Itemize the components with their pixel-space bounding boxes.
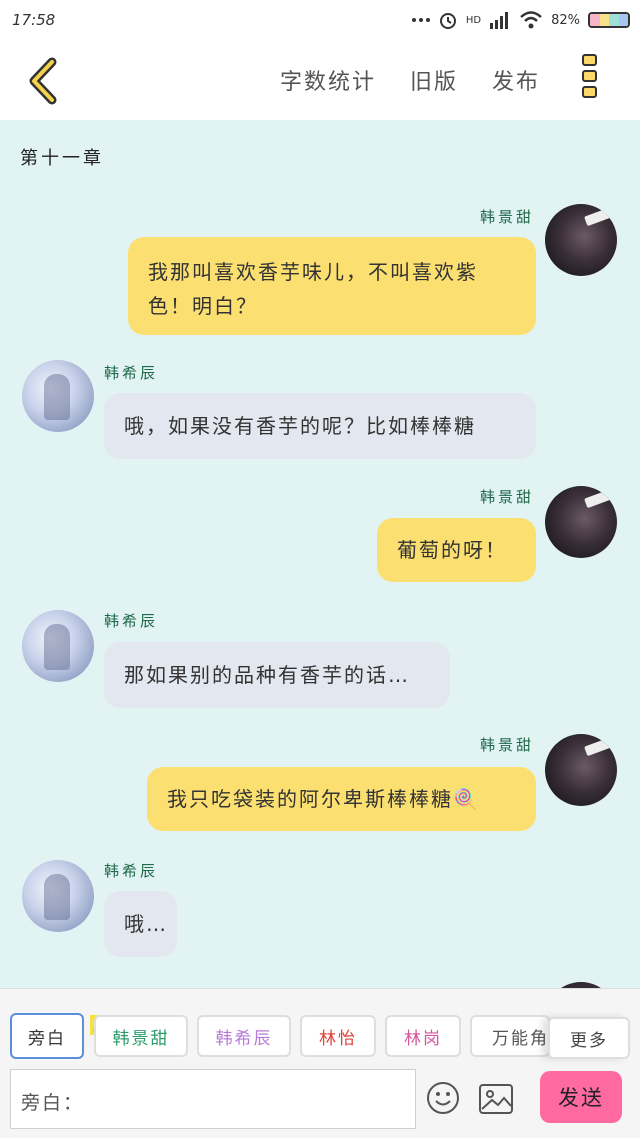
alarm-icon: [439, 13, 456, 29]
chevron-left-icon: [29, 57, 57, 105]
back-button[interactable]: [24, 56, 64, 106]
emoji-button[interactable]: [426, 1081, 460, 1115]
message-input[interactable]: 旁白：: [10, 1069, 416, 1129]
input-prefix-label: 旁白：: [21, 1092, 85, 1114]
hd-signal-label: HD: [465, 14, 482, 26]
role-narration-button[interactable]: 旁白: [10, 1013, 84, 1059]
avatar[interactable]: [22, 360, 94, 432]
send-button[interactable]: 发送: [540, 1071, 622, 1123]
menu-dot-icon: [581, 54, 597, 66]
old-version-button[interactable]: 旧版: [410, 64, 458, 96]
avatar[interactable]: [22, 860, 94, 932]
message-text: 哦…: [124, 912, 168, 936]
avatar[interactable]: [545, 204, 617, 276]
image-button[interactable]: [478, 1083, 514, 1115]
word-count-button[interactable]: 字数统计: [280, 64, 376, 96]
status-icons: HD 82%: [411, 10, 630, 30]
message-text-line: 我那叫喜欢香芋味儿，不叫喜欢紫: [148, 260, 478, 284]
message-text: 葡萄的呀！: [397, 538, 507, 562]
publish-button[interactable]: 发布: [492, 64, 540, 96]
status-bar: 17:58 HD 82%: [0, 0, 640, 40]
status-time: 17:58: [12, 11, 56, 29]
avatar[interactable]: [545, 486, 617, 558]
role-chip[interactable]: 韩希辰: [197, 1015, 291, 1057]
more-roles-button[interactable]: 更多: [548, 1017, 630, 1059]
battery-percent: 82%: [551, 12, 580, 28]
role-chip[interactable]: 万能角色: [470, 1015, 550, 1057]
battery-icon: [588, 12, 630, 28]
sender-name: 韩希辰: [104, 364, 159, 382]
sender-name: 韩景甜: [479, 736, 534, 754]
message-bubble[interactable]: 葡萄的呀！: [377, 518, 536, 582]
chapter-title: 第十一章: [20, 148, 104, 169]
role-chip[interactable]: 林怡: [300, 1015, 376, 1057]
menu-dot-icon: [581, 70, 597, 82]
message-text: 那如果别的品种有香芋的话…: [124, 663, 410, 687]
role-chip[interactable]: 韩景甜: [94, 1015, 188, 1057]
image-icon: [479, 1084, 513, 1114]
more-notifications-icon: [411, 18, 430, 22]
top-toolbar: 字数统计 旧版 发布: [0, 40, 640, 120]
message-text: 哦，如果没有香芋的呢？比如棒棒糖: [124, 414, 476, 438]
message-bubble[interactable]: 那如果别的品种有香芋的话…: [104, 642, 450, 708]
chat-area[interactable]: 第十一章 韩景甜 我那叫喜欢香芋味儿，不叫喜欢紫 色！明白？ 韩希辰 哦，如果没…: [0, 120, 640, 988]
composer-panel: 旁白 主 韩景甜 韩希辰 林怡 林岗 万能角色 更多 旁白： 发送: [0, 988, 640, 1138]
avatar[interactable]: [545, 734, 617, 806]
message-bubble[interactable]: 哦…: [104, 891, 177, 957]
message-bubble[interactable]: 哦，如果没有香芋的呢？比如棒棒糖: [104, 393, 536, 459]
wifi-icon: [520, 11, 542, 29]
message-text-line: 色！明白？: [148, 294, 258, 318]
emoji-icon: [427, 1082, 459, 1114]
top-actions: 字数统计 旧版 发布: [280, 64, 540, 96]
menu-dot-icon: [581, 86, 597, 98]
sender-name: 韩希辰: [104, 862, 159, 880]
role-chip[interactable]: 林岗: [385, 1015, 461, 1057]
sender-name: 韩景甜: [479, 488, 534, 506]
message-text: 我只吃袋装的阿尔卑斯棒棒糖🍭: [167, 787, 480, 811]
avatar[interactable]: [22, 610, 94, 682]
sender-name: 韩景甜: [479, 208, 534, 226]
message-bubble[interactable]: 我只吃袋装的阿尔卑斯棒棒糖🍭: [147, 767, 536, 831]
message-bubble[interactable]: 我那叫喜欢香芋味儿，不叫喜欢紫 色！明白？: [128, 237, 536, 335]
more-menu-button[interactable]: [578, 54, 600, 108]
signal-icon: [490, 12, 509, 29]
sender-name: 韩希辰: [104, 612, 159, 630]
